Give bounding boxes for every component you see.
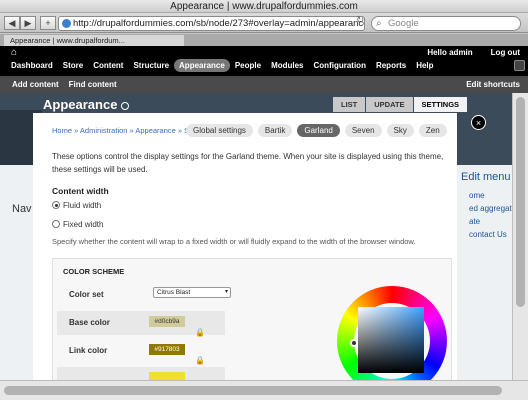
menu-dashboard[interactable]: Dashboard xyxy=(6,59,58,72)
theme-tabs: Global settings Bartik Garland Seven Sky… xyxy=(186,124,447,137)
menu-help[interactable]: Help xyxy=(411,59,438,72)
menu-modules[interactable]: Modules xyxy=(266,59,308,72)
fixed-width-radio[interactable]: Fixed width xyxy=(52,220,103,229)
shortcut-find-content[interactable]: Find content xyxy=(69,80,117,89)
add-bookmark-button[interactable]: + xyxy=(40,16,56,30)
content-width-heading: Content width xyxy=(52,186,109,196)
base-color-swatch[interactable]: #d0cb9a xyxy=(149,316,185,327)
forward-icon: ▶ xyxy=(24,18,32,28)
theme-tab-bartik[interactable]: Bartik xyxy=(257,124,293,137)
hello-admin-link[interactable]: Hello admin xyxy=(427,48,472,57)
edit-shortcuts-link[interactable]: Edit shortcuts xyxy=(466,80,520,89)
background-nav-heading: Nav xyxy=(12,203,32,215)
horizontal-scroll-thumb[interactable] xyxy=(4,386,502,395)
reload-icon[interactable]: ↻ xyxy=(356,15,364,26)
menu-structure[interactable]: Structure xyxy=(128,59,174,72)
fluid-width-label: Fluid width xyxy=(63,201,102,210)
back-button[interactable]: ◀ xyxy=(4,16,20,30)
vertical-scroll-thumb[interactable] xyxy=(516,97,525,307)
search-icon: ⌕ xyxy=(376,18,382,29)
window-title: Appearance | www.drupalfordummies.com xyxy=(0,0,528,13)
fixed-width-label: Fixed width xyxy=(63,220,104,229)
plus-icon: + xyxy=(45,18,51,28)
globe-icon xyxy=(62,19,71,28)
menu-content[interactable]: Content xyxy=(88,59,128,72)
fluid-width-radio[interactable]: Fluid width xyxy=(52,201,101,210)
link-color-row: Link color #917803 🔒 xyxy=(57,339,225,365)
menu-store[interactable]: Store xyxy=(58,59,88,72)
lock-icon[interactable]: 🔒 xyxy=(195,328,205,337)
color-scheme-fieldset: COLOR SCHEME Color set Citrus Blast ▾ Ba… xyxy=(52,258,452,380)
background-left-sidebar: Nav xyxy=(0,165,33,380)
page-title: Appearance xyxy=(43,97,130,112)
content-width-help: Specify whether the content will wrap to… xyxy=(52,237,416,246)
breadcrumb[interactable]: Home » Administration » Appearance » Set… xyxy=(52,126,199,135)
color-saturation-box[interactable] xyxy=(358,307,424,373)
home-icon[interactable]: ⌂ xyxy=(11,47,17,58)
theme-tab-seven[interactable]: Seven xyxy=(344,124,382,137)
tab-settings[interactable]: SETTINGS xyxy=(413,97,468,112)
browser-tab[interactable]: Appearance | www.drupalfordum... xyxy=(4,35,184,46)
browser-toolbar: ◀ ▶ + http://drupalfordummies.com/sb/nod… xyxy=(0,13,528,33)
user-links: Hello admin Log out xyxy=(427,48,520,57)
color-set-select[interactable]: Citrus Blast ▾ xyxy=(153,287,231,298)
url-input[interactable]: http://drupalfordummies.com/sb/node/273#… xyxy=(58,16,365,31)
close-overlay-button[interactable]: × xyxy=(471,115,486,130)
theme-tab-zen[interactable]: Zen xyxy=(418,124,447,137)
admin-menu: Dashboard Store Content Structure Appear… xyxy=(6,59,439,72)
logout-link[interactable]: Log out xyxy=(491,48,520,57)
search-input[interactable]: ⌕ Google xyxy=(371,16,521,31)
chevron-down-icon: ▾ xyxy=(224,289,228,295)
info-icon[interactable] xyxy=(121,101,130,110)
shortcuts-toggle-icon[interactable] xyxy=(514,60,525,71)
url-text: http://drupalfordummies.com/sb/node/273#… xyxy=(73,18,364,29)
link-color-swatch[interactable]: #917803 xyxy=(149,344,185,355)
next-color-swatch[interactable] xyxy=(149,372,185,380)
radio-selected-icon[interactable] xyxy=(52,201,60,209)
menu-reports[interactable]: Reports xyxy=(371,59,411,72)
page-title-text: Appearance xyxy=(43,97,118,112)
overlay-dialog: Home » Administration » Appearance » Set… xyxy=(33,113,457,380)
menu-appearance[interactable]: Appearance xyxy=(174,59,230,72)
color-set-value: Citrus Blast xyxy=(157,289,191,296)
menu-people[interactable]: People xyxy=(230,59,266,72)
theme-tab-global-settings[interactable]: Global settings xyxy=(186,124,253,137)
tab-list[interactable]: LIST xyxy=(333,97,366,112)
link-color-label: Link color xyxy=(69,346,108,355)
color-wheel-marker[interactable] xyxy=(350,339,358,347)
menu-configuration[interactable]: Configuration xyxy=(309,59,371,72)
shortcuts-bar: Add content Find content Edit shortcuts xyxy=(0,76,528,93)
browser-tab-title: Appearance | www.drupalfordum... xyxy=(10,36,125,45)
vertical-scrollbar[interactable] xyxy=(512,93,528,380)
tab-update[interactable]: UPDATE xyxy=(366,97,413,112)
close-icon: × xyxy=(475,118,482,128)
back-icon: ◀ xyxy=(8,18,16,28)
theme-tab-garland[interactable]: Garland xyxy=(297,124,340,137)
page-tabs: LIST UPDATE SETTINGS xyxy=(333,97,468,112)
horizontal-scrollbar[interactable] xyxy=(0,380,528,400)
base-color-label: Base color xyxy=(69,318,110,327)
lock-icon[interactable]: 🔒 xyxy=(195,356,205,365)
shortcut-add-content[interactable]: Add content xyxy=(12,80,59,89)
color-set-label: Color set xyxy=(69,290,104,299)
forward-button[interactable]: ▶ xyxy=(20,16,36,30)
base-color-row: Base color #d0cb9a 🔒 xyxy=(57,311,225,337)
theme-tab-sky[interactable]: Sky xyxy=(386,124,414,137)
radio-unselected-icon[interactable] xyxy=(52,220,60,228)
theme-description: These options control the display settin… xyxy=(52,152,444,174)
search-placeholder: Google xyxy=(388,18,419,29)
color-set-row: Color set Citrus Blast ▾ xyxy=(57,283,231,307)
color-scheme-heading: COLOR SCHEME xyxy=(63,267,125,276)
drupal-toolbar: ⌂ Dashboard Store Content Structure Appe… xyxy=(0,46,528,76)
next-color-row xyxy=(57,367,225,380)
tab-strip: Appearance | www.drupalfordum... xyxy=(0,34,528,46)
